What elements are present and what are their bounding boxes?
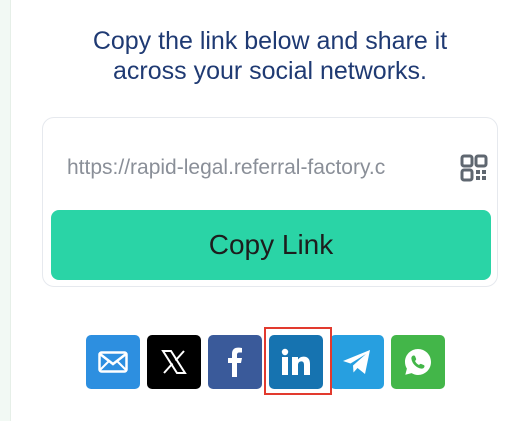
link-card: https://rapid-legal.referral-factory.c C… — [42, 117, 498, 287]
x-logo-icon — [161, 350, 187, 374]
telegram-icon — [343, 350, 370, 374]
share-telegram-button[interactable] — [330, 335, 384, 389]
left-edge-divider — [10, 0, 11, 421]
share-email-button[interactable] — [86, 335, 140, 389]
heading-line-2: across your social networks. — [112, 57, 427, 85]
referral-url-field[interactable]: https://rapid-legal.referral-factory.c — [67, 154, 463, 182]
copy-link-button[interactable]: Copy Link — [51, 210, 491, 280]
share-whatsapp-button[interactable] — [391, 335, 445, 389]
whatsapp-icon — [405, 349, 431, 375]
share-heading: Copy the link below and share it across … — [40, 26, 500, 86]
qr-code-icon[interactable] — [459, 154, 489, 184]
left-edge-panel — [0, 0, 10, 421]
facebook-icon — [228, 347, 242, 377]
linkedin-highlight-box — [264, 327, 332, 395]
heading-line-1: Copy the link below and share it — [92, 27, 448, 55]
share-x-button[interactable] — [147, 335, 201, 389]
share-facebook-button[interactable] — [208, 335, 262, 389]
envelope-icon — [98, 351, 128, 373]
